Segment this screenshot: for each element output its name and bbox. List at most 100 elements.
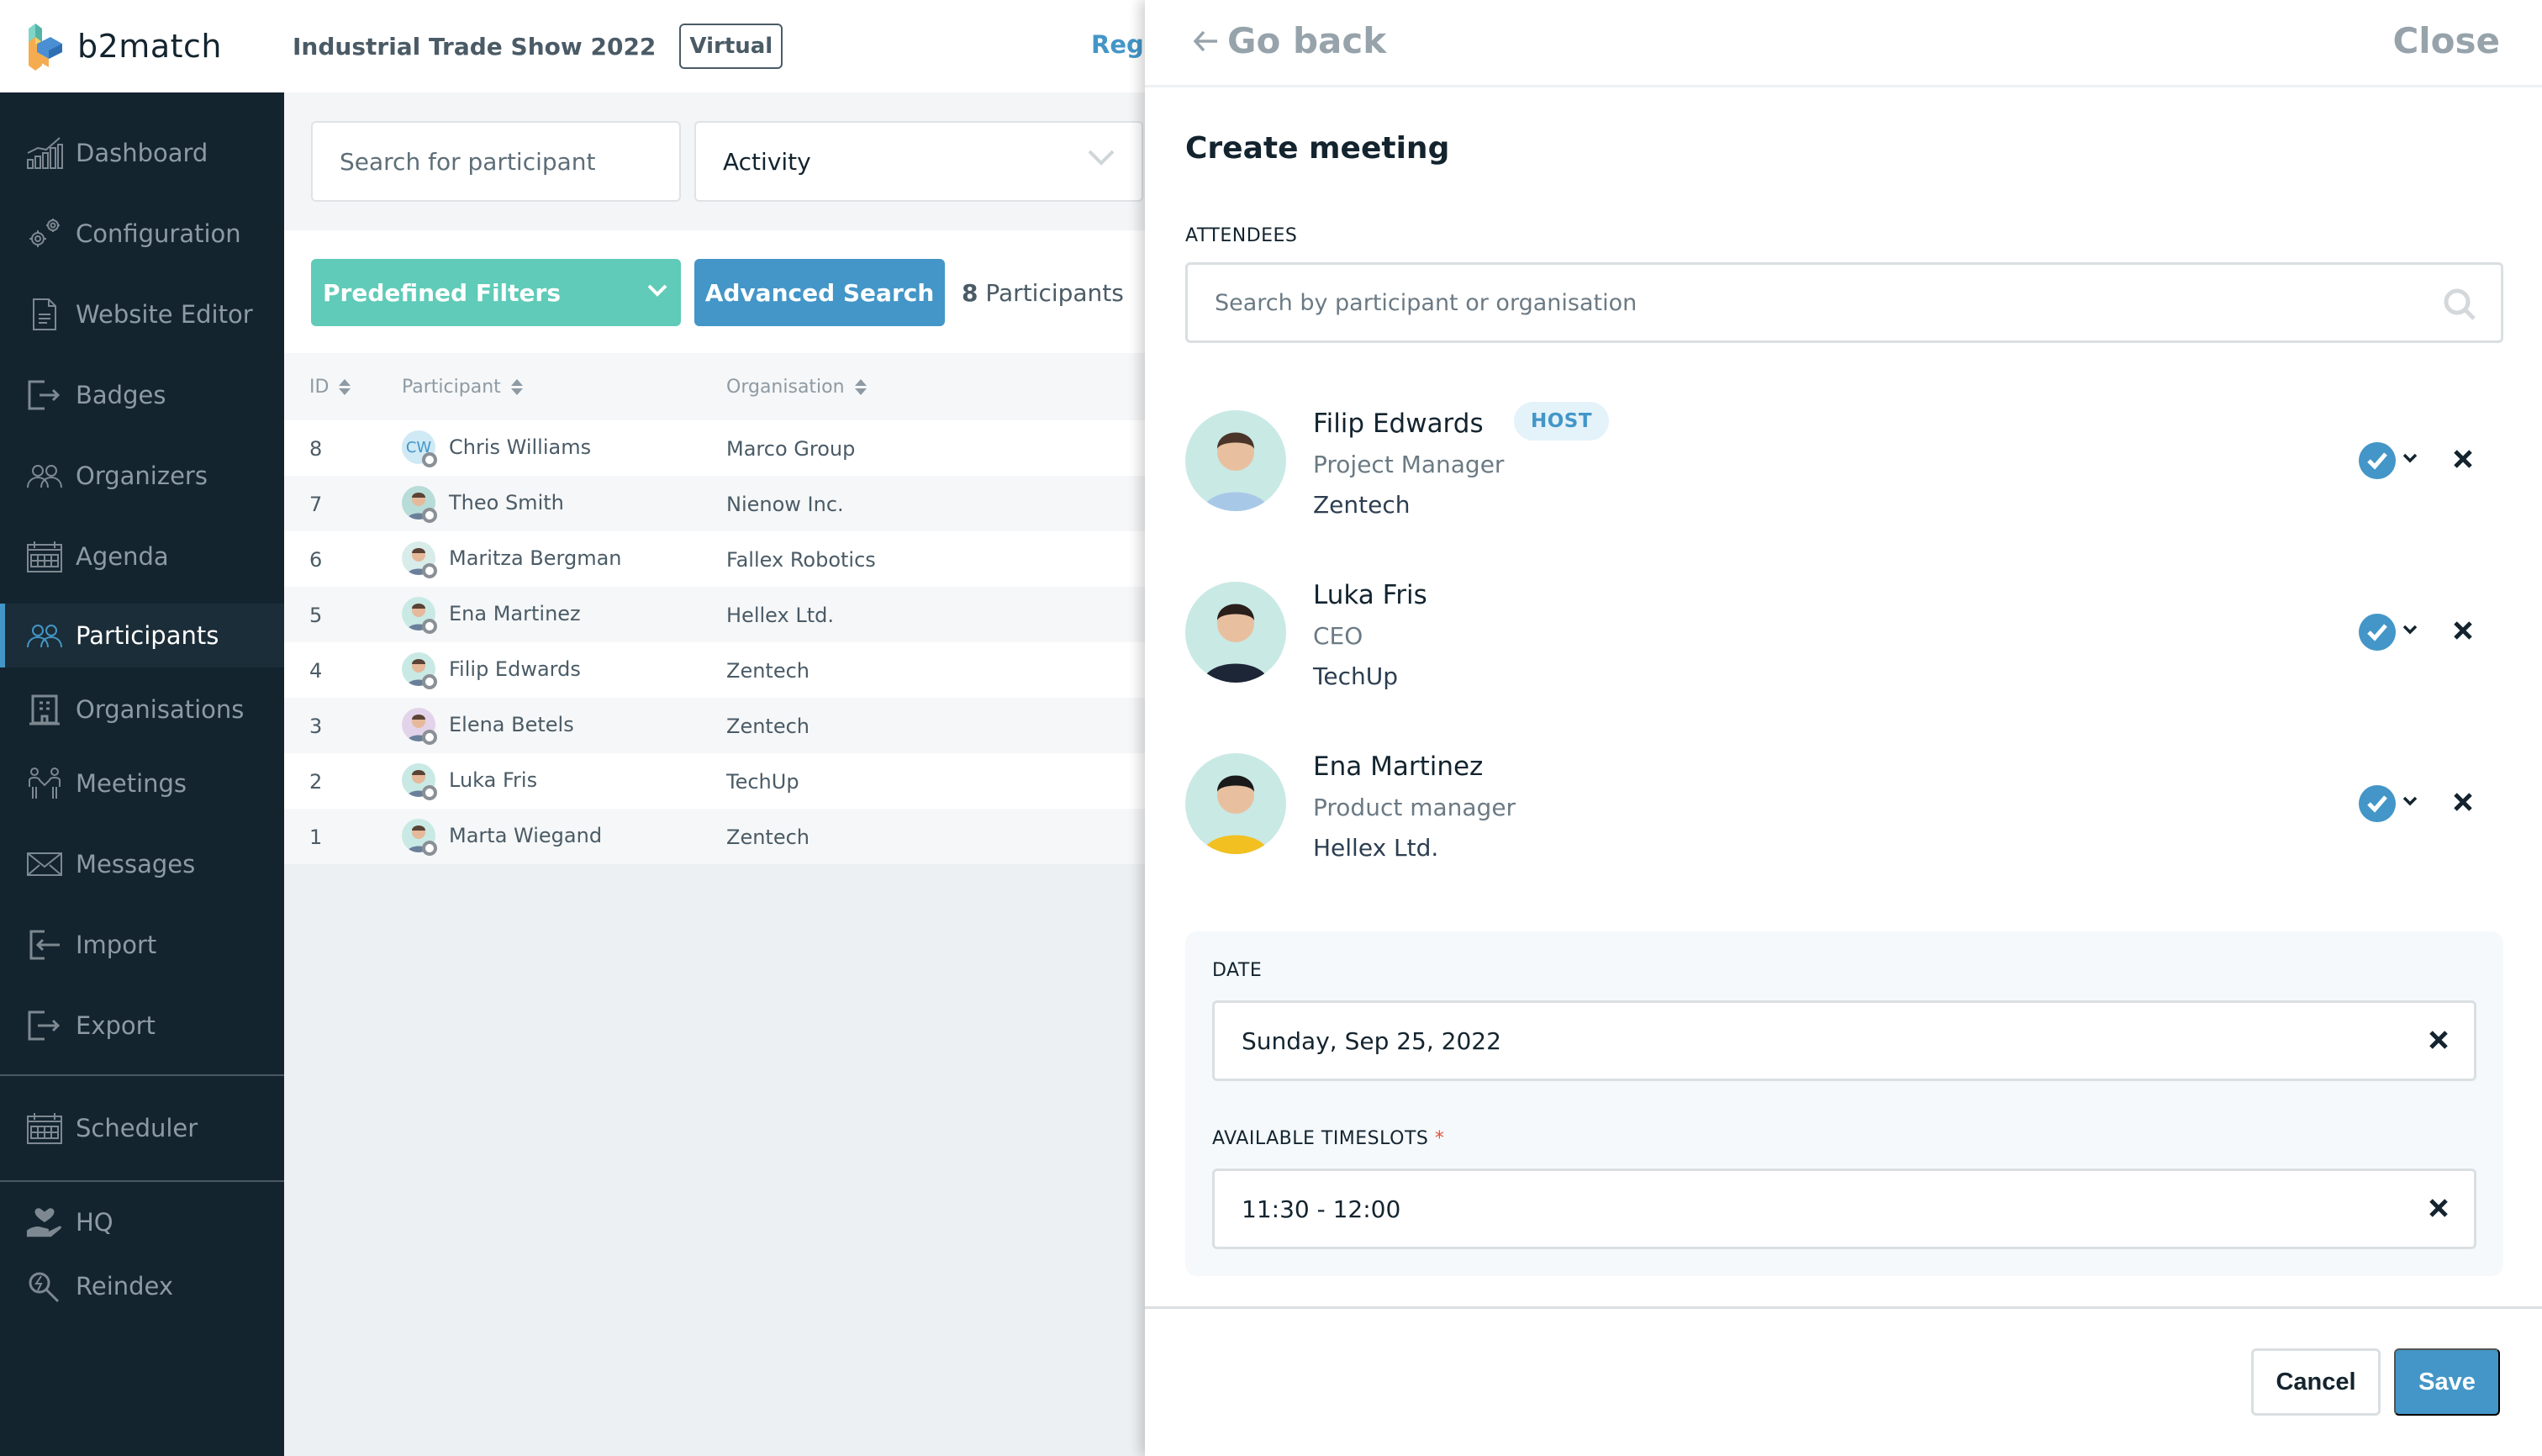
table-row[interactable]: 6 Maritza Bergman Fallex Robotics: [284, 531, 1145, 587]
attendee-search-input[interactable]: Search by participant or organisation: [1185, 262, 2503, 343]
column-header-organisation[interactable]: Organisation: [726, 377, 867, 398]
participant-name[interactable]: Ena Martinez: [449, 602, 581, 625]
participant-id: 2: [309, 770, 323, 794]
table-row[interactable]: 7 Theo Smith Nienow Inc.: [284, 476, 1145, 531]
sidebar: Dashboard Configuration Website Editor B…: [0, 92, 284, 1456]
predefined-filters-dropdown[interactable]: Predefined Filters: [311, 259, 681, 326]
participant-count-number: 8: [962, 279, 978, 307]
sidebar-item-import[interactable]: Import: [0, 913, 284, 977]
participant-name[interactable]: Marta Wiegand: [449, 824, 602, 847]
dashboard-chart-icon: [25, 134, 64, 172]
sidebar-item-reindex[interactable]: Reindex: [0, 1254, 284, 1318]
participant-name[interactable]: Maritza Bergman: [449, 546, 622, 570]
chevron-down-icon[interactable]: [2402, 624, 2418, 636]
heart-hand-icon: [25, 1203, 64, 1242]
advanced-search-button[interactable]: Advanced Search: [694, 259, 945, 326]
remove-attendee-icon[interactable]: [2453, 449, 2473, 469]
participant-organisation: Zentech: [726, 826, 810, 849]
sidebar-item-agenda[interactable]: Agenda: [0, 525, 284, 588]
participant-name[interactable]: Theo Smith: [449, 491, 564, 514]
sidebar-item-hq[interactable]: HQ: [0, 1190, 284, 1254]
save-button[interactable]: Save: [2394, 1348, 2500, 1416]
participant-id: 5: [309, 604, 323, 627]
cancel-button[interactable]: Cancel: [2251, 1348, 2381, 1416]
timeslot-value: 11:30 - 12:00: [1242, 1195, 1401, 1223]
participant-search-input[interactable]: Search for participant: [311, 121, 681, 202]
remove-attendee-icon[interactable]: [2453, 620, 2473, 641]
sidebar-item-organisations[interactable]: Organisations: [0, 678, 284, 741]
column-header-id[interactable]: ID: [309, 377, 351, 398]
participant-id: 4: [309, 659, 323, 683]
participant-organisation: Nienow Inc.: [726, 493, 844, 516]
sidebar-item-website-editor[interactable]: Website Editor: [0, 282, 284, 346]
participant-id: 1: [309, 826, 323, 849]
confirmed-check-icon[interactable]: [2359, 442, 2396, 479]
table-row[interactable]: 8 CW Chris Williams Marco Group: [284, 420, 1145, 476]
attendee-search-placeholder: Search by participant or organisation: [1215, 289, 1638, 316]
status-indicator-icon: [422, 785, 437, 800]
sidebar-item-label: Messages: [76, 850, 196, 878]
participant-organisation: TechUp: [726, 770, 799, 794]
table-row[interactable]: 1 Marta Wiegand Zentech: [284, 809, 1145, 864]
search-bolt-icon: [25, 1267, 64, 1306]
sidebar-item-messages[interactable]: Messages: [0, 832, 284, 896]
sidebar-item-participants[interactable]: Participants: [0, 604, 284, 667]
b2match-logo-icon: [29, 24, 62, 71]
sidebar-item-label: Scheduler: [76, 1114, 198, 1142]
activity-select[interactable]: Activity: [694, 121, 1143, 202]
participant-name[interactable]: Filip Edwards: [449, 657, 581, 681]
app-root: b2match Industrial Trade Show 2022 Virtu…: [0, 0, 2542, 1456]
remove-attendee-icon[interactable]: [2453, 792, 2473, 812]
clear-date-icon[interactable]: [2429, 1030, 2449, 1050]
chevron-down-icon[interactable]: [2402, 795, 2418, 807]
create-meeting-drawer: Go back Close Create meeting ATTENDEES S…: [1145, 0, 2542, 1456]
table-row[interactable]: 4 Filip Edwards Zentech: [284, 642, 1145, 698]
sidebar-item-scheduler[interactable]: Scheduler: [0, 1096, 284, 1160]
sidebar-item-meetings[interactable]: Meetings: [0, 752, 284, 815]
people-group-icon: [25, 456, 64, 495]
sidebar-item-label: Reindex: [76, 1272, 174, 1300]
sidebar-item-export[interactable]: Export: [0, 994, 284, 1058]
sidebar-item-label: Configuration: [76, 219, 241, 248]
timeslot-select[interactable]: 11:30 - 12:00: [1212, 1168, 2476, 1249]
event-title: Industrial Trade Show 2022: [293, 32, 657, 61]
date-input[interactable]: Sunday, Sep 25, 2022: [1212, 1000, 2476, 1081]
participant-organisation: Marco Group: [726, 437, 856, 461]
sidebar-item-label: Badges: [76, 381, 166, 409]
close-button[interactable]: Close: [2392, 20, 2500, 61]
clear-timeslot-icon[interactable]: [2429, 1198, 2449, 1218]
envelope-icon: [25, 845, 64, 884]
confirmed-check-icon[interactable]: [2359, 614, 2396, 651]
participants-panel: Search for participant Activity Predefin…: [284, 92, 1145, 1456]
sidebar-item-organizers[interactable]: Organizers: [0, 444, 284, 508]
brand-name: b2match: [77, 28, 222, 65]
confirmed-check-icon[interactable]: [2359, 785, 2396, 822]
participant-name[interactable]: Chris Williams: [449, 435, 591, 459]
participant-name[interactable]: Luka Fris: [449, 768, 537, 792]
sidebar-item-badges[interactable]: Badges: [0, 363, 284, 427]
chevron-down-icon[interactable]: [2402, 452, 2418, 464]
attendee-avatar: [1185, 410, 1286, 511]
sidebar-item-label: Export: [76, 1011, 156, 1040]
handshake-people-icon: [25, 764, 64, 803]
attendee-organisation: TechUp: [1313, 662, 1398, 690]
sidebar-item-configuration[interactable]: Configuration: [0, 202, 284, 266]
table-row[interactable]: 2 Luka Fris TechUp: [284, 753, 1145, 809]
table-row[interactable]: 5 Ena Martinez Hellex Ltd.: [284, 587, 1145, 642]
sidebar-item-dashboard[interactable]: Dashboard: [0, 121, 284, 185]
event-type-badge: Virtual: [679, 24, 783, 69]
registration-link[interactable]: Regi: [1091, 30, 1152, 59]
column-header-participant[interactable]: Participant: [402, 377, 523, 398]
status-indicator-icon: [422, 674, 437, 689]
participant-name[interactable]: Elena Betels: [449, 713, 574, 736]
participant-organisation: Hellex Ltd.: [726, 604, 834, 627]
brand-logo[interactable]: b2match: [25, 22, 293, 71]
go-back-button[interactable]: Go back: [1192, 20, 1386, 61]
status-indicator-icon: [422, 619, 437, 634]
people-group-icon: [25, 616, 64, 655]
table-row[interactable]: 3 Elena Betels Zentech: [284, 698, 1145, 753]
attendee-organisation: Zentech: [1313, 491, 1411, 519]
top-bar: b2match Industrial Trade Show 2022 Virtu…: [0, 0, 1152, 92]
sidebar-item-label: Import: [76, 931, 157, 959]
status-indicator-icon: [422, 841, 437, 856]
